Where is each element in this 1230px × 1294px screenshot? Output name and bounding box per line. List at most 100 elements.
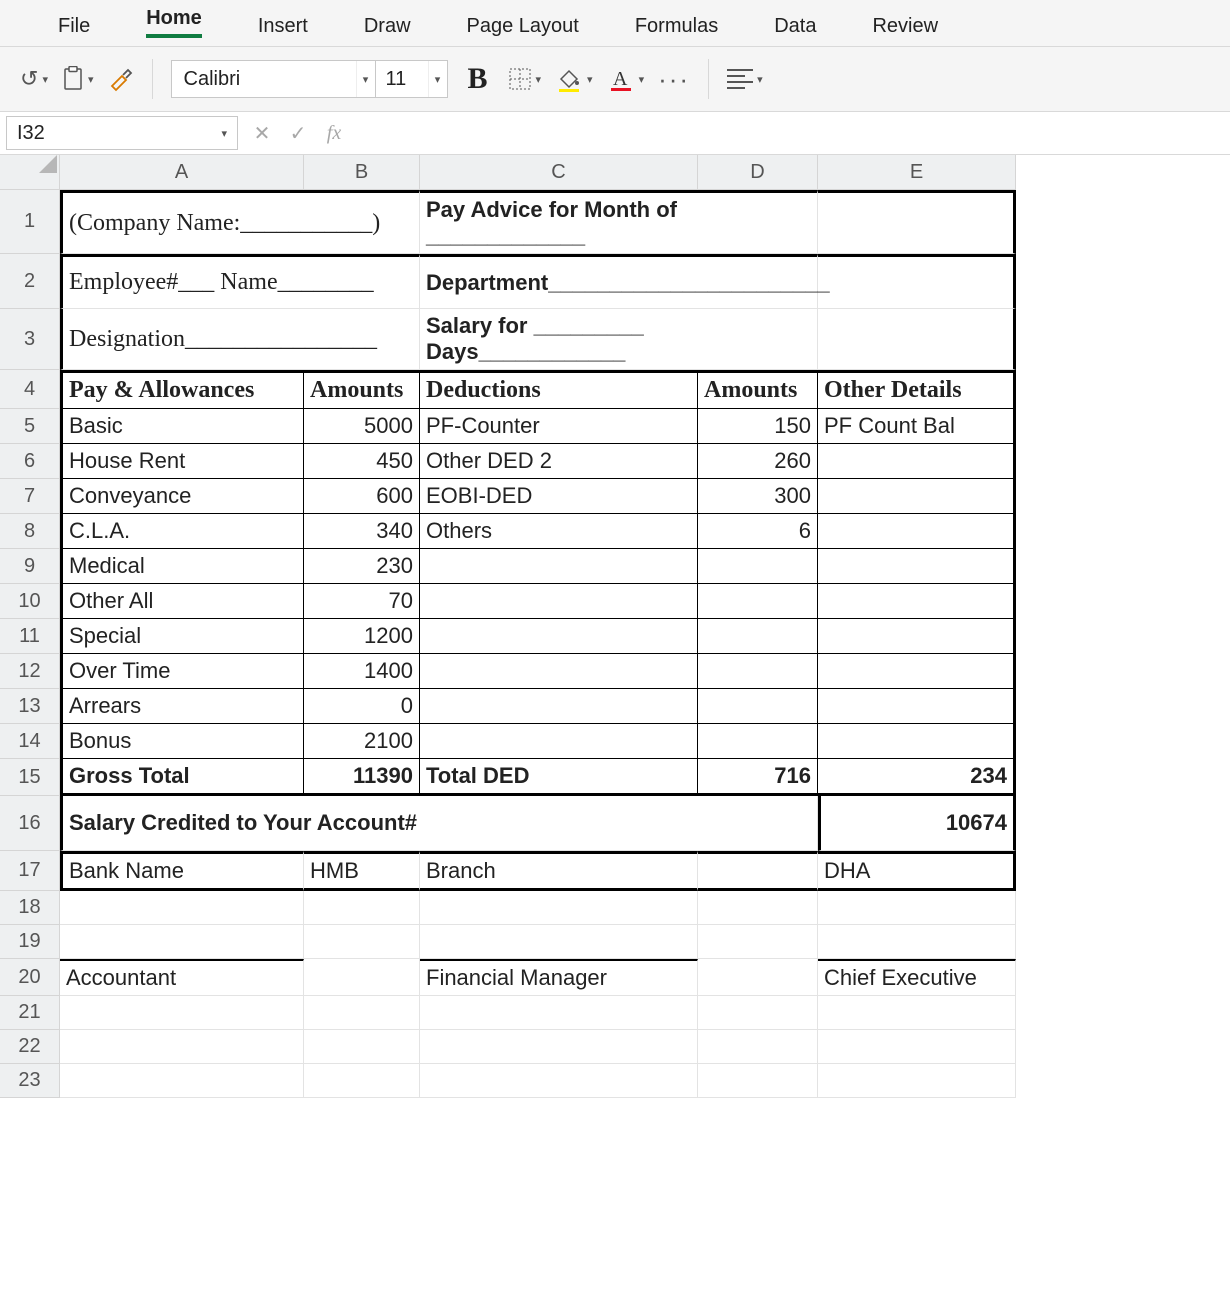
pay-amount[interactable]: 340 bbox=[304, 514, 420, 549]
ded-item[interactable] bbox=[420, 549, 698, 584]
header-other[interactable]: Other Details bbox=[818, 370, 1016, 409]
salary-for-line[interactable]: Salary for _________ Days____________ bbox=[420, 309, 818, 370]
branch-name[interactable]: DHA bbox=[818, 851, 1016, 891]
ded-item[interactable] bbox=[420, 689, 698, 724]
cell[interactable] bbox=[698, 851, 818, 891]
pay-item[interactable]: Medical bbox=[60, 549, 304, 584]
row-header[interactable]: 3 bbox=[0, 309, 60, 370]
tab-page-layout[interactable]: Page Layout bbox=[439, 5, 607, 46]
credited-amount[interactable]: 10674 bbox=[818, 796, 1016, 851]
pay-item[interactable]: Bonus bbox=[60, 724, 304, 759]
pay-item[interactable]: Special bbox=[60, 619, 304, 654]
ded-amount[interactable] bbox=[698, 689, 818, 724]
col-header-C[interactable]: C bbox=[420, 155, 698, 190]
signature-fin-manager[interactable]: Financial Manager bbox=[420, 959, 698, 996]
cell[interactable] bbox=[60, 891, 304, 925]
fx-button[interactable]: fx bbox=[316, 122, 352, 145]
format-painter-button[interactable] bbox=[108, 66, 134, 92]
cell[interactable] bbox=[420, 1030, 698, 1064]
cell[interactable] bbox=[818, 1030, 1016, 1064]
gross-total-amount[interactable]: 11390 bbox=[304, 759, 420, 796]
other-item[interactable]: PF Count Bal bbox=[818, 409, 1016, 444]
tab-file[interactable]: File bbox=[30, 5, 118, 46]
pay-item[interactable]: House Rent bbox=[60, 444, 304, 479]
row-header[interactable]: 19 bbox=[0, 925, 60, 959]
row-header[interactable]: 23 bbox=[0, 1064, 60, 1098]
tab-home[interactable]: Home bbox=[118, 0, 230, 46]
font-selector[interactable]: Calibri ▾ 11 ▾ bbox=[171, 60, 448, 98]
col-header-A[interactable]: A bbox=[60, 155, 304, 190]
other-item[interactable] bbox=[818, 689, 1016, 724]
pay-amount[interactable]: 1200 bbox=[304, 619, 420, 654]
col-header-D[interactable]: D bbox=[698, 155, 818, 190]
row-header[interactable]: 12 bbox=[0, 654, 60, 689]
paste-button[interactable]: ▾ bbox=[62, 66, 94, 92]
other-total[interactable]: 234 bbox=[818, 759, 1016, 796]
cell[interactable] bbox=[60, 1030, 304, 1064]
signature-chief-exec[interactable]: Chief Executive bbox=[818, 959, 1016, 996]
align-button[interactable]: ▾ bbox=[727, 68, 763, 90]
row-header[interactable]: 14 bbox=[0, 724, 60, 759]
cell[interactable] bbox=[60, 1064, 304, 1098]
row-header[interactable]: 9 bbox=[0, 549, 60, 584]
chevron-down-icon[interactable]: ▾ bbox=[356, 61, 375, 97]
cell[interactable] bbox=[818, 891, 1016, 925]
ded-amount[interactable]: 260 bbox=[698, 444, 818, 479]
branch-label[interactable]: Branch bbox=[420, 851, 698, 891]
other-item[interactable] bbox=[818, 654, 1016, 689]
other-item[interactable] bbox=[818, 549, 1016, 584]
department-line[interactable]: Department_______________________ bbox=[420, 254, 818, 309]
ded-item[interactable] bbox=[420, 584, 698, 619]
tab-review[interactable]: Review bbox=[844, 5, 966, 46]
cell[interactable] bbox=[304, 925, 420, 959]
designation-line[interactable]: Designation________________ bbox=[60, 309, 420, 370]
cell[interactable] bbox=[818, 925, 1016, 959]
row-header[interactable]: 13 bbox=[0, 689, 60, 724]
pay-item[interactable]: Other All bbox=[60, 584, 304, 619]
row-header[interactable]: 11 bbox=[0, 619, 60, 654]
header-amounts2[interactable]: Amounts bbox=[698, 370, 818, 409]
tab-insert[interactable]: Insert bbox=[230, 5, 336, 46]
total-ded-label[interactable]: Total DED bbox=[420, 759, 698, 796]
ded-item[interactable]: PF-Counter bbox=[420, 409, 698, 444]
select-all-triangle[interactable] bbox=[0, 155, 60, 190]
cell[interactable] bbox=[818, 996, 1016, 1030]
pay-amount[interactable]: 1400 bbox=[304, 654, 420, 689]
ded-item[interactable]: Others bbox=[420, 514, 698, 549]
cell[interactable] bbox=[698, 891, 818, 925]
pay-advice-title[interactable]: Pay Advice for Month of _____________ bbox=[420, 190, 818, 254]
header-pay-allow[interactable]: Pay & Allowances bbox=[60, 370, 304, 409]
cell[interactable] bbox=[698, 959, 818, 996]
cell[interactable] bbox=[420, 891, 698, 925]
borders-button[interactable]: ▾ bbox=[508, 67, 542, 91]
row-header[interactable]: 21 bbox=[0, 996, 60, 1030]
row-header[interactable]: 2 bbox=[0, 254, 60, 309]
row-header[interactable]: 20 bbox=[0, 959, 60, 996]
header-amounts1[interactable]: Amounts bbox=[304, 370, 420, 409]
pay-amount[interactable]: 450 bbox=[304, 444, 420, 479]
row-header[interactable]: 10 bbox=[0, 584, 60, 619]
col-header-B[interactable]: B bbox=[304, 155, 420, 190]
row-header[interactable]: 16 bbox=[0, 796, 60, 851]
ded-amount[interactable] bbox=[698, 724, 818, 759]
pay-item[interactable]: C.L.A. bbox=[60, 514, 304, 549]
cell[interactable] bbox=[304, 891, 420, 925]
cell[interactable] bbox=[818, 254, 1016, 309]
bank-name[interactable]: HMB bbox=[304, 851, 420, 891]
pay-item[interactable]: Arrears bbox=[60, 689, 304, 724]
pay-amount[interactable]: 230 bbox=[304, 549, 420, 584]
ded-item[interactable]: EOBI-DED bbox=[420, 479, 698, 514]
header-deductions[interactable]: Deductions bbox=[420, 370, 698, 409]
spreadsheet-grid[interactable]: A B C D E 1 (Company Name:___________) P… bbox=[0, 155, 1230, 1098]
other-item[interactable] bbox=[818, 514, 1016, 549]
cell[interactable] bbox=[420, 925, 698, 959]
other-item[interactable] bbox=[818, 619, 1016, 654]
gross-total-label[interactable]: Gross Total bbox=[60, 759, 304, 796]
employee-line[interactable]: Employee#___ Name________ bbox=[60, 254, 420, 309]
formula-input[interactable] bbox=[352, 117, 1230, 149]
row-header[interactable]: 1 bbox=[0, 190, 60, 254]
cell[interactable] bbox=[420, 1064, 698, 1098]
ded-item[interactable] bbox=[420, 619, 698, 654]
pay-amount[interactable]: 0 bbox=[304, 689, 420, 724]
ded-item[interactable]: Other DED 2 bbox=[420, 444, 698, 479]
